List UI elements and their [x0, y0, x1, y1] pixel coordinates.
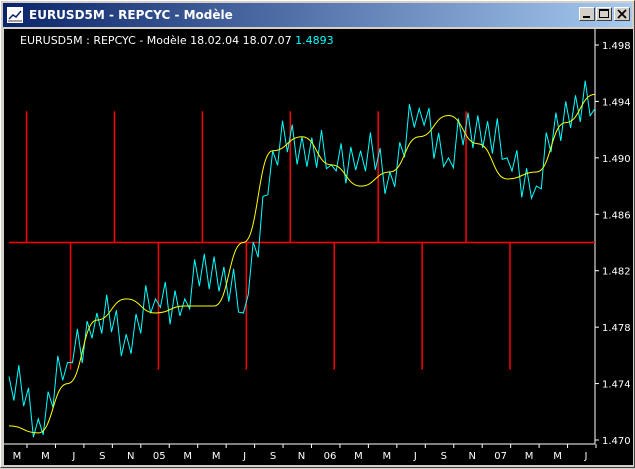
x-tick-label: M — [553, 451, 562, 462]
y-tick-label: 1.490 — [602, 154, 631, 165]
chart-app-icon — [7, 7, 23, 23]
chart-last-price: 1.4893 — [295, 34, 334, 47]
chart-symbol-indicator: EURUSD5M : REPCYC - Modèle — [20, 34, 187, 47]
cycle-series-line — [8, 93, 596, 434]
x-tick-label: M — [212, 451, 221, 462]
chart-window: EURUSD5M - REPCYC - Modèle EURUSD5M : RE… — [0, 0, 635, 468]
x-tick-label: J — [584, 451, 588, 462]
x-tick-label: N — [468, 451, 475, 462]
y-tick-label: 1.474 — [602, 380, 631, 391]
y-tick-label: 1.470 — [602, 436, 631, 447]
close-button[interactable] — [614, 7, 630, 21]
x-tick-label: M — [41, 451, 50, 462]
close-icon — [617, 9, 627, 19]
x-tick-label: M — [354, 451, 363, 462]
x-tick-label: 07 — [494, 451, 507, 462]
y-tick-label: 1.494 — [602, 97, 631, 108]
x-tick-label: N — [298, 451, 305, 462]
y-tick-label: 1.482 — [602, 267, 631, 278]
x-tick-label: S — [441, 451, 447, 462]
y-tick-label: 1.486 — [602, 210, 631, 221]
x-tick-label: M — [383, 451, 392, 462]
x-tick-label: N — [127, 451, 134, 462]
window-title: EURUSD5M - REPCYC - Modèle — [29, 8, 233, 22]
x-tick-label: S — [270, 451, 276, 462]
maximize-button[interactable] — [596, 7, 612, 21]
maximize-icon — [599, 9, 609, 18]
x-tick-label: J — [413, 451, 417, 462]
x-tick-label: S — [99, 451, 105, 462]
chart-area[interactable]: EURUSD5M : REPCYC - Modèle 18.02.04 18.0… — [4, 29, 633, 465]
x-tick-label: M — [13, 451, 22, 462]
x-tick-label: 05 — [153, 451, 166, 462]
price-series-line — [8, 80, 596, 438]
x-tick-label: M — [525, 451, 534, 462]
title-bar[interactable]: EURUSD5M - REPCYC - Modèle — [3, 3, 632, 27]
y-tick-label: 1.478 — [602, 323, 631, 334]
x-tick-label: J — [242, 451, 246, 462]
minimize-button[interactable] — [579, 7, 595, 21]
x-tick-label: 06 — [324, 451, 337, 462]
chart-date-end: 18.07.07 — [242, 34, 292, 47]
price-chart[interactable]: 1.498 1.494 1.490 1.486 1.482 1.478 1.474 1.470… — [4, 29, 633, 465]
chart-header: EURUSD5M : REPCYC - Modèle 18.02.04 18.0… — [20, 34, 334, 47]
minimize-icon — [583, 16, 590, 18]
x-tick-label: J — [71, 451, 75, 462]
y-tick-label: 1.498 — [602, 41, 631, 52]
chart-date-start: 18.02.04 — [190, 34, 240, 47]
x-tick-label: M — [183, 451, 192, 462]
